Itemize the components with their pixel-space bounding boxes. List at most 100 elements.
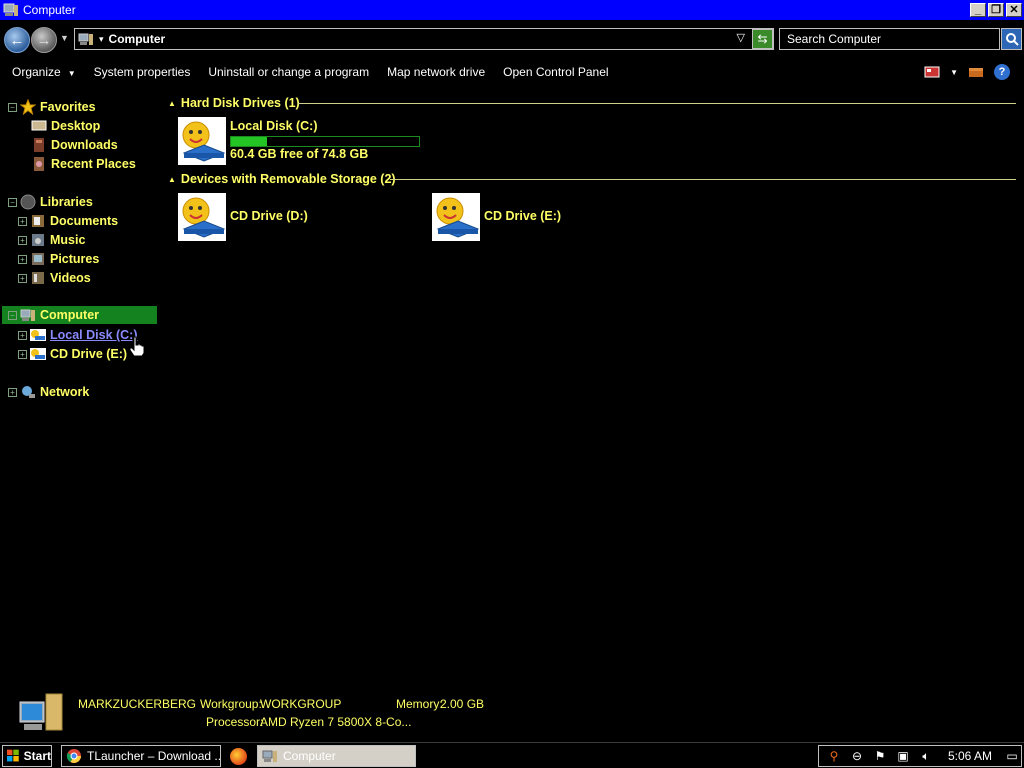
breadcrumb-arrow-icon[interactable]: ▾: [99, 34, 104, 45]
title-bar[interactable]: Computer _ ❐ ✕: [0, 0, 1024, 20]
computer-icon: [20, 309, 35, 321]
nav-recent-places[interactable]: Recent Places: [31, 155, 136, 173]
help-icon[interactable]: ?: [994, 64, 1010, 80]
memory-value: 2.00 GB: [440, 697, 485, 711]
drive-icon: [30, 329, 46, 341]
nav-videos[interactable]: + Videos: [18, 269, 91, 287]
address-bar[interactable]: ▾ Computer ▽: [74, 28, 774, 50]
details-pane: MARKZUCKERBERG Workgroup: WORKGROUP Memo…: [0, 688, 1024, 740]
flag-icon[interactable]: ⚑: [872, 748, 888, 764]
computer-icon: [78, 33, 93, 45]
search-icon[interactable]: [1001, 28, 1022, 50]
nav-computer[interactable]: − Computer: [2, 306, 157, 324]
cd-drive-icon[interactable]: [432, 193, 480, 241]
view-options-chevron-icon[interactable]: ▼: [950, 68, 958, 77]
expand-icon[interactable]: +: [18, 349, 27, 359]
nav-documents[interactable]: + Documents: [18, 212, 118, 230]
uninstall-program-button[interactable]: Uninstall or change a program: [208, 65, 369, 79]
documents-icon: [32, 215, 44, 227]
disk-usage-bar: [230, 136, 420, 147]
recent-pages-dropdown-icon[interactable]: ▼: [60, 33, 69, 43]
collapse-icon[interactable]: −: [8, 197, 17, 207]
expand-icon[interactable]: +: [18, 330, 27, 340]
nav-cd-drive-e[interactable]: + CD Drive (E:): [18, 345, 127, 363]
chevron-down-icon: ▼: [67, 69, 76, 78]
expand-icon[interactable]: +: [18, 254, 27, 264]
search-input[interactable]: [780, 29, 999, 49]
star-icon: [20, 99, 36, 115]
nav-pictures[interactable]: + Pictures: [18, 250, 99, 268]
restore-button[interactable]: ❐: [988, 3, 1004, 17]
nav-local-disk-label: Local Disk (C:): [50, 328, 138, 342]
show-desktop-icon[interactable]: ▭: [1004, 748, 1020, 764]
cd-drive-e-name[interactable]: CD Drive (E:): [484, 209, 561, 223]
group-header-hdd[interactable]: ▲ Hard Disk Drives (1): [168, 95, 300, 111]
removable-group-label: Devices with Removable Storage (2): [180, 172, 396, 186]
system-properties-button[interactable]: System properties: [94, 65, 191, 79]
nav-pictures-label: Pictures: [50, 252, 100, 266]
taskbar-item-computer[interactable]: Computer: [257, 745, 416, 767]
organize-button[interactable]: Organize ▼: [12, 65, 76, 79]
group-header-removable[interactable]: ▲ Devices with Removable Storage (2): [168, 171, 396, 187]
cd-drive-d-name[interactable]: CD Drive (D:): [230, 209, 308, 223]
search-icon[interactable]: ⚲: [826, 748, 842, 764]
downloads-icon: [34, 138, 44, 152]
nav-network[interactable]: + Network: [8, 383, 89, 401]
local-disk-name[interactable]: Local Disk (C:): [230, 119, 318, 133]
desktop-icon: [31, 120, 47, 131]
network-icon: [22, 386, 35, 398]
expand-icon[interactable]: +: [8, 387, 17, 397]
preview-pane-icon[interactable]: [968, 66, 984, 78]
window-title: Computer: [23, 3, 76, 17]
close-button[interactable]: ✕: [1006, 3, 1022, 17]
system-tray: ⚲ ⊖ ⚑ ▣ 🔈︎ 5:06 AM ▭: [818, 745, 1022, 767]
firefox-icon[interactable]: [230, 748, 247, 765]
collapse-icon[interactable]: −: [8, 310, 17, 320]
chrome-icon: [66, 749, 81, 763]
nav-music[interactable]: + Music: [18, 231, 85, 249]
nav-documents-label: Documents: [50, 214, 119, 228]
nav-music-label: Music: [50, 233, 86, 247]
forward-button[interactable]: →: [31, 27, 57, 53]
nav-local-disk[interactable]: + Local Disk (C:): [18, 326, 138, 344]
nav-favorites[interactable]: − Favorites: [8, 98, 96, 116]
taskbar: Start TLauncher – Download ... Computer …: [0, 742, 1024, 768]
libraries-icon: [20, 194, 36, 210]
expand-icon[interactable]: +: [18, 273, 27, 283]
address-row: ← → ▼ ▾ Computer ▽ ⇆: [0, 20, 1024, 58]
address-dropdown-icon[interactable]: ▽: [737, 31, 745, 44]
nav-desktop[interactable]: Desktop: [31, 117, 100, 135]
nav-cd-drive-e-label: CD Drive (E:): [50, 347, 128, 361]
cd-drive-icon[interactable]: [178, 193, 226, 241]
minimize-button[interactable]: _: [970, 3, 986, 17]
network-icon[interactable]: ▣: [895, 748, 911, 764]
disk-free-text: 60.4 GB free of 74.8 GB: [230, 147, 369, 161]
open-control-panel-button[interactable]: Open Control Panel: [503, 65, 608, 79]
map-network-drive-button[interactable]: Map network drive: [387, 65, 485, 79]
drive-icon[interactable]: [178, 117, 226, 165]
change-view-icon[interactable]: [924, 66, 940, 78]
refresh-button[interactable]: ⇆: [752, 29, 773, 49]
nav-downloads-label: Downloads: [51, 138, 118, 152]
hdd-group-label: Hard Disk Drives (1): [180, 96, 300, 110]
expand-icon[interactable]: +: [18, 235, 27, 245]
collapse-icon[interactable]: −: [8, 102, 17, 112]
collapse-group-icon[interactable]: ▲: [168, 175, 176, 184]
start-button[interactable]: Start: [2, 745, 52, 767]
breadcrumb-computer[interactable]: Computer: [109, 32, 166, 46]
collapse-group-icon[interactable]: ▲: [168, 99, 176, 108]
hand-cursor-icon: [129, 336, 145, 357]
minus-circle-icon[interactable]: ⊖: [849, 748, 865, 764]
nav-libraries[interactable]: − Libraries: [8, 193, 93, 211]
search-box[interactable]: [779, 28, 1000, 50]
computer-icon: [3, 3, 18, 16]
nav-downloads[interactable]: Downloads: [31, 136, 118, 154]
back-button[interactable]: ←: [4, 27, 30, 53]
processor-label: Processor:: [206, 715, 264, 729]
volume-icon[interactable]: 🔈︎: [918, 748, 934, 764]
start-label: Start: [23, 749, 51, 763]
organize-label: Organize: [12, 65, 61, 79]
taskbar-item-tlauncher[interactable]: TLauncher – Download ...: [61, 745, 221, 767]
expand-icon[interactable]: +: [18, 216, 27, 226]
clock[interactable]: 5:06 AM: [948, 749, 992, 763]
